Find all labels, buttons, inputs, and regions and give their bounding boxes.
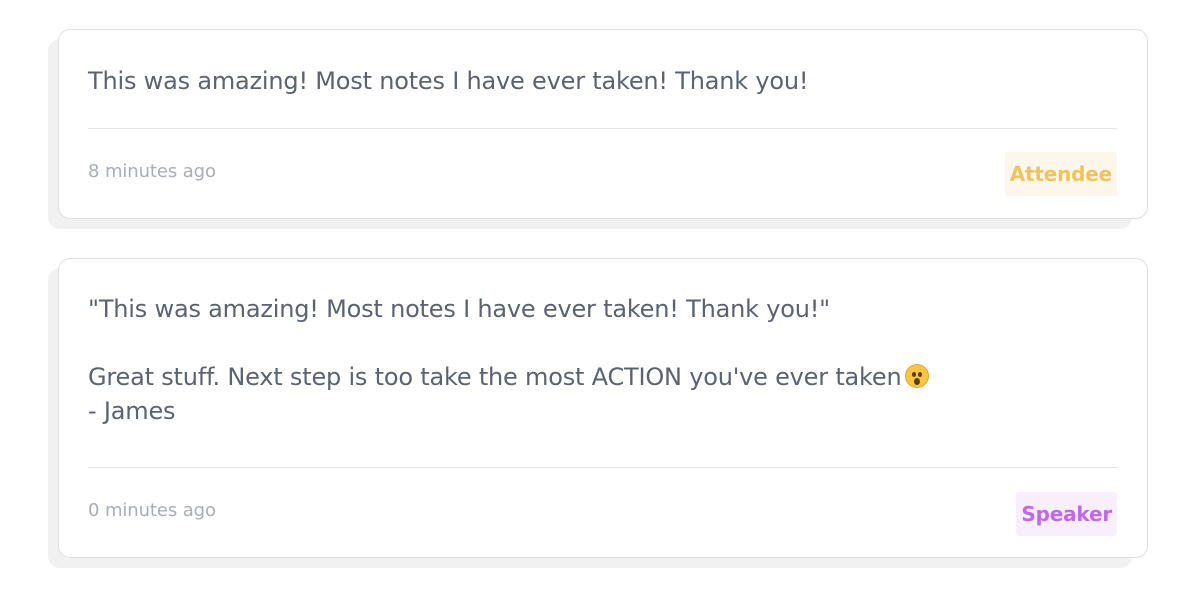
reply-line: Great stuff. Next step is too take the m… (88, 360, 1117, 394)
card-divider (88, 467, 1117, 468)
role-badge-attendee: Attendee (1004, 152, 1117, 196)
comment-message: This was amazing! Most notes I have ever… (88, 64, 1117, 98)
role-badge-speaker: Speaker (1016, 492, 1117, 536)
comment-feed: This was amazing! Most notes I have ever… (0, 0, 1200, 601)
reply-text: Great stuff. Next step is too take the m… (88, 363, 902, 391)
comment-message: "This was amazing! Most notes I have eve… (88, 292, 1117, 428)
comment-text: This was amazing! Most notes I have ever… (88, 67, 809, 95)
card-divider (88, 128, 1117, 129)
quoted-comment: "This was amazing! Most notes I have eve… (88, 295, 830, 323)
comment-timestamp: 8 minutes ago (88, 161, 216, 182)
reply-signature: - James (88, 397, 176, 425)
astonished-face-icon (905, 364, 930, 388)
comment-card: This was amazing! Most notes I have ever… (58, 29, 1148, 219)
comment-card: "This was amazing! Most notes I have eve… (58, 258, 1148, 558)
comment-card-attendee: This was amazing! Most notes I have ever… (48, 29, 1148, 229)
comment-timestamp: 0 minutes ago (88, 500, 216, 521)
comment-card-speaker: "This was amazing! Most notes I have eve… (48, 258, 1148, 568)
